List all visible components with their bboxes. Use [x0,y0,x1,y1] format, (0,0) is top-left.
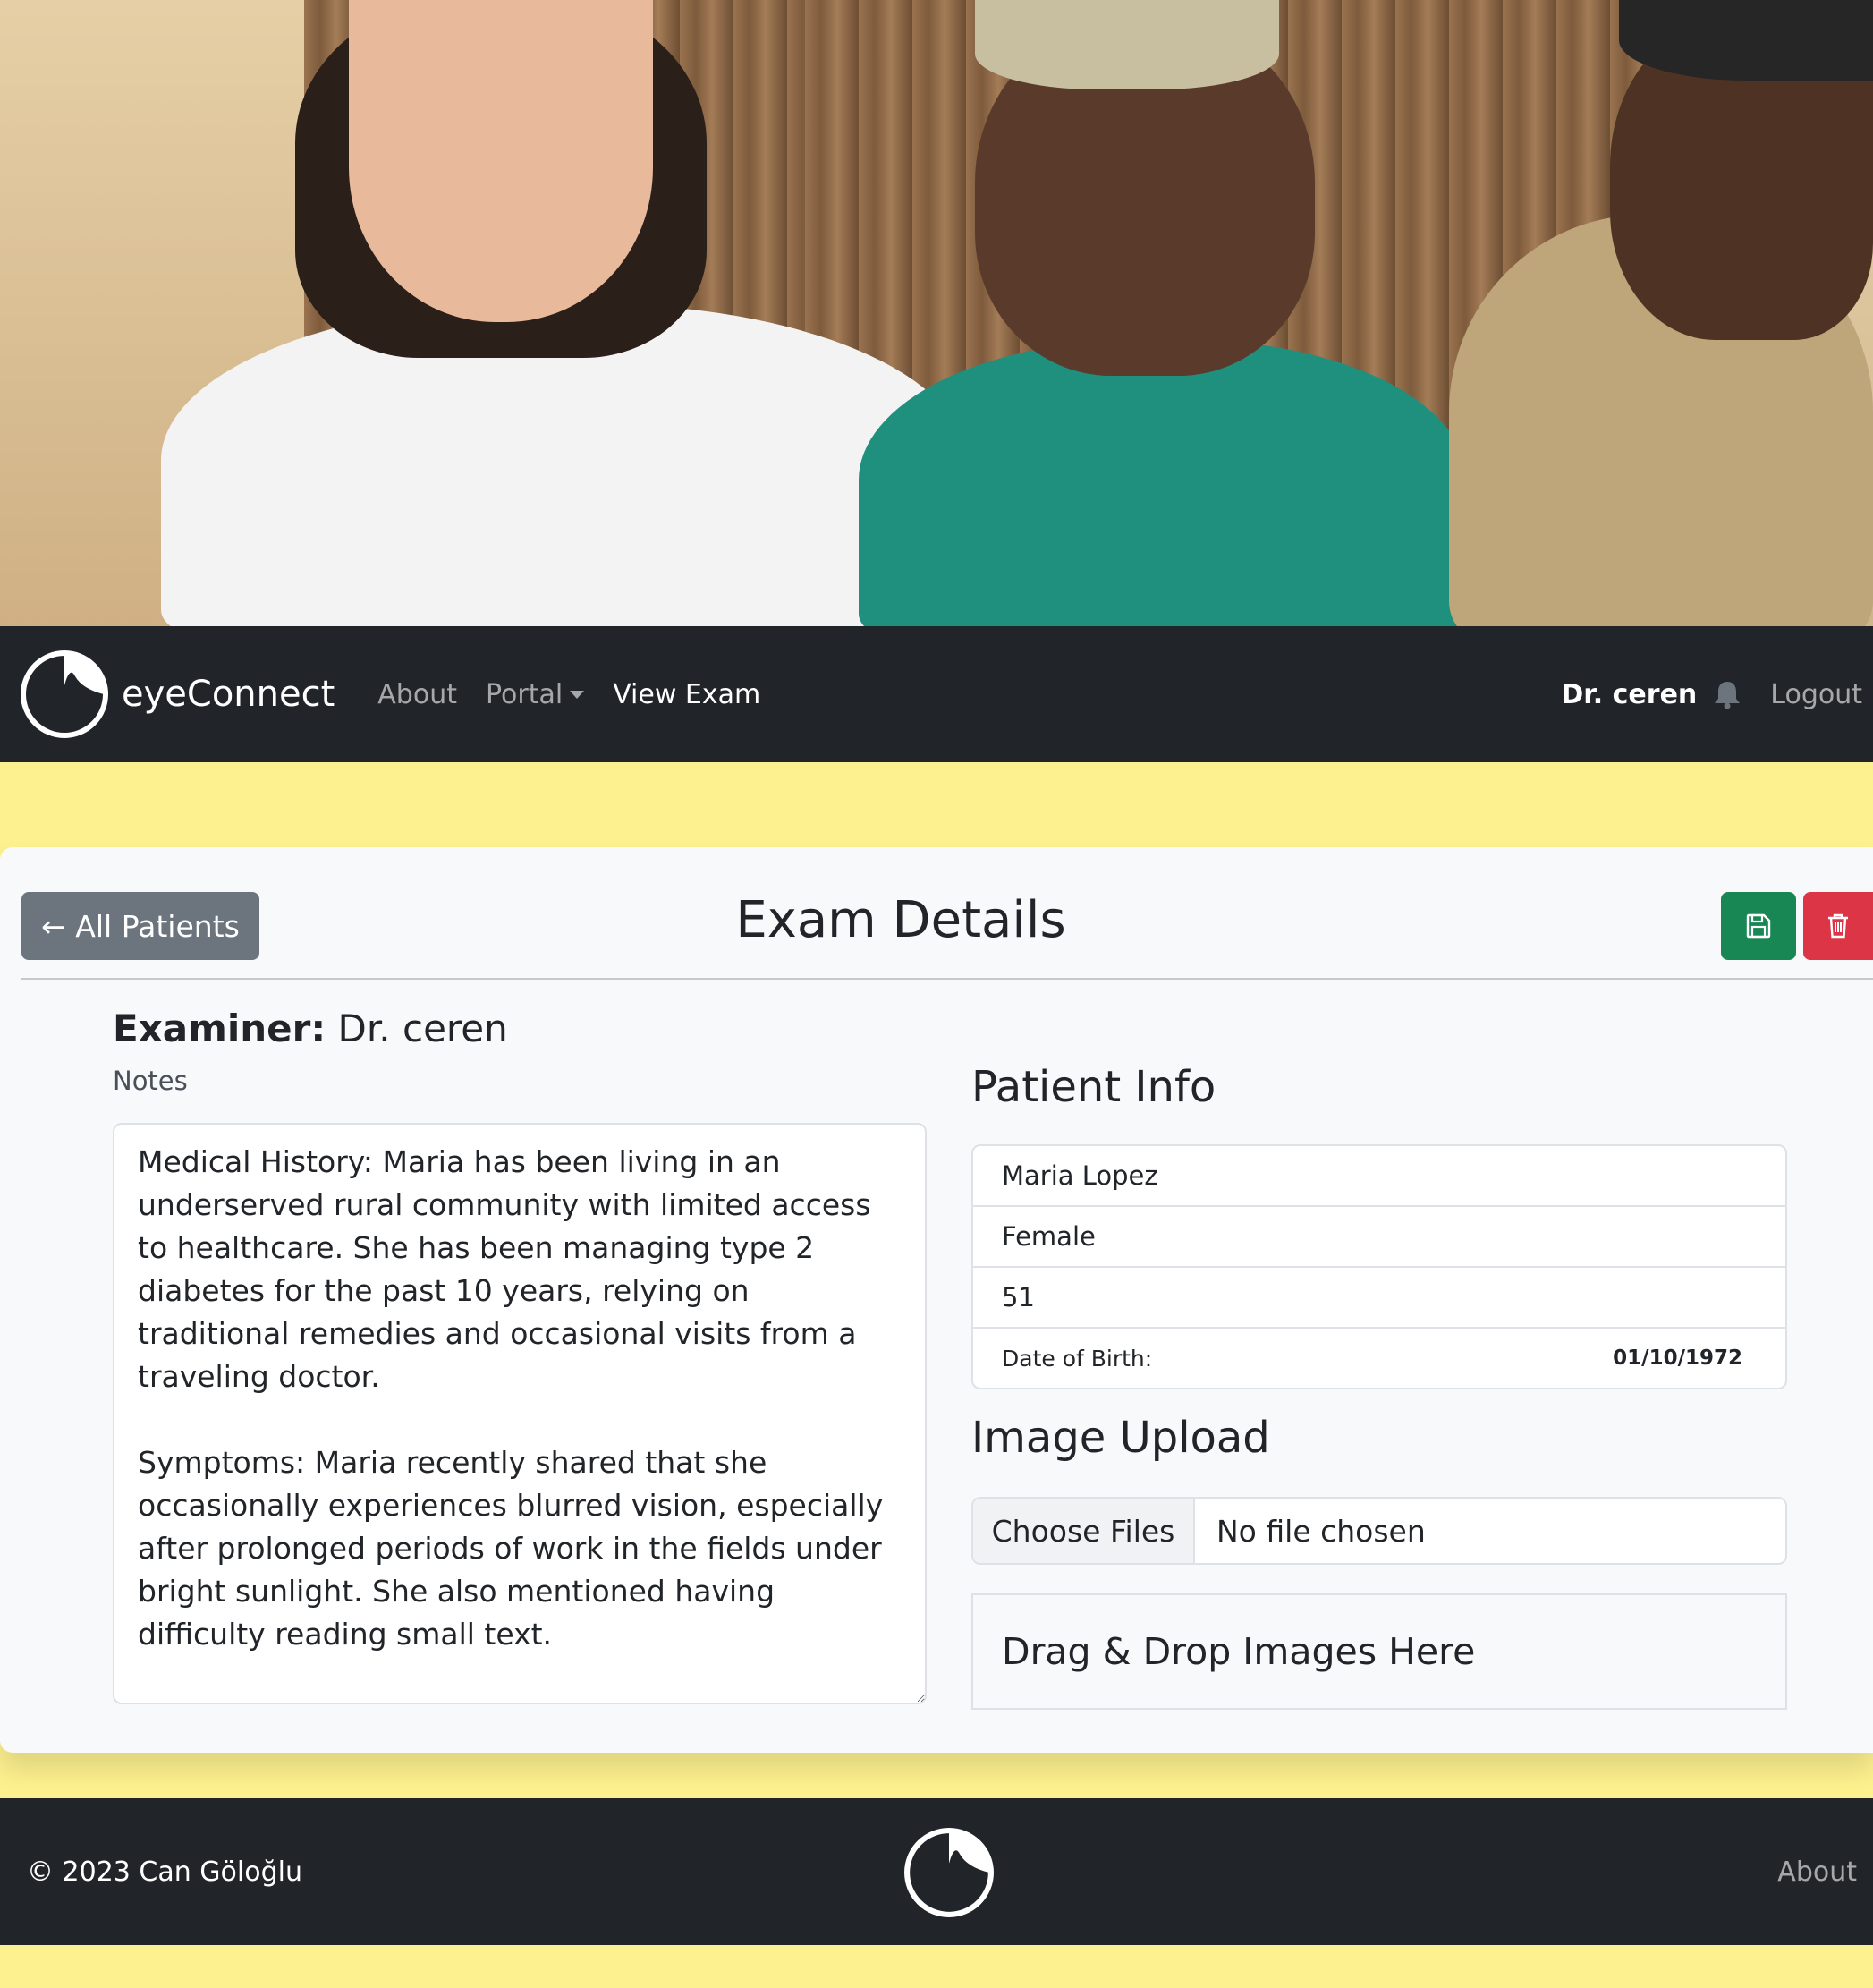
examiner-name: Dr. ceren [337,1007,508,1050]
hero-person-woman-headwrap [975,0,1279,89]
hero-person-doctor-face [349,0,653,322]
patient-gender: Female [973,1207,1785,1268]
image-upload-heading: Image Upload [971,1413,1270,1463]
save-icon [1746,913,1771,939]
nav-portal-dropdown[interactable]: Portal [485,678,585,710]
bell-icon[interactable] [1713,679,1742,709]
page-title-text: Exam Details [735,891,1066,949]
exam-card: ← All Patients Exam Details Examiner: Dr… [0,847,1873,1753]
dob-label: Date of Birth: [1002,1345,1153,1372]
logout-link[interactable]: Logout [1770,679,1862,710]
notes-textarea[interactable]: Medical History: Maria has been living i… [113,1123,927,1704]
file-status: No file chosen [1216,1513,1426,1549]
notes-label: Notes [113,1066,188,1096]
page-title: Exam Details [0,890,1873,950]
brand-name: eyeConnect [122,674,335,715]
nav-view-exam[interactable]: View Exam [613,679,760,710]
brand-link[interactable]: eyeConnect [20,650,335,739]
image-dropzone[interactable]: Drag & Drop Images Here [971,1593,1787,1710]
trash-icon [1828,913,1848,939]
patient-info-list: Maria Lopez Female 51 Date of Birth: 01/… [971,1144,1787,1389]
top-navbar: eyeConnect About Portal View Exam Dr. ce… [0,626,1873,762]
file-input[interactable]: Choose Files No file chosen [971,1497,1787,1565]
hero-person-woman-shawl [859,340,1467,626]
choose-files-button[interactable]: Choose Files [973,1499,1195,1563]
hero-image [0,0,1873,626]
footer-eye-logo-icon[interactable] [903,1827,995,1918]
save-button[interactable] [1721,892,1796,960]
footer-copyright: © 2023 Can Göloğlu [27,1856,302,1888]
dropzone-text: Drag & Drop Images Here [1002,1630,1476,1673]
patient-info-heading: Patient Info [971,1062,1216,1112]
footer-about-link[interactable]: About [1777,1798,1857,1945]
header-divider [21,978,1873,980]
eye-logo-icon [21,650,108,738]
patient-dob-row: Date of Birth: 01/10/1972 [973,1329,1785,1388]
patient-name: Maria Lopez [973,1146,1785,1207]
user-name[interactable]: Dr. ceren [1561,679,1697,710]
chevron-down-icon [570,690,585,699]
nav-portal-label: Portal [485,678,564,710]
examiner-label: Examiner: [113,1007,326,1050]
examiner-line: Examiner: Dr. ceren [113,1007,508,1050]
nav-about[interactable]: About [377,679,457,710]
footer: © 2023 Can Göloğlu About [0,1798,1873,1945]
dob-value: 01/10/1972 [1613,1347,1742,1370]
hero-person-man-cap [1619,0,1873,81]
delete-button[interactable] [1803,892,1873,960]
nav-user-area: Dr. ceren Logout [1561,679,1862,710]
patient-age: 51 [973,1268,1785,1329]
